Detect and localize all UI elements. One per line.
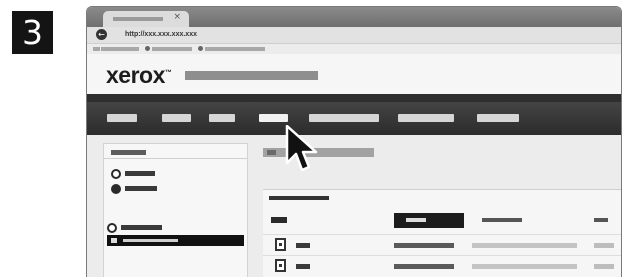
mouse-pointer-icon: [285, 125, 318, 172]
printer-icon: [275, 238, 286, 251]
bookmark-icon: [145, 46, 150, 51]
left-panel-heading: [111, 150, 146, 155]
bookmark-icon: [93, 47, 100, 51]
divider: [104, 158, 247, 159]
nav-tab-6[interactable]: [398, 114, 454, 122]
radio-option-2[interactable]: [111, 184, 121, 194]
trademark-symbol: ™: [164, 69, 172, 77]
browser-window: × ← http://xxx.xxx.xxx.xxx xerox™: [86, 6, 622, 277]
page-header: xerox™: [87, 54, 621, 94]
row-extra: [594, 243, 614, 248]
item-icon: [111, 238, 117, 243]
breadcrumb-segment: [267, 150, 276, 155]
row-name: [296, 264, 310, 269]
radio-option-1[interactable]: [111, 169, 121, 179]
close-icon[interactable]: ×: [173, 12, 181, 22]
row-status: [472, 243, 577, 248]
nav-tab-5[interactable]: [309, 114, 379, 122]
url-field[interactable]: http://xxx.xxx.xxx.xxx: [125, 29, 525, 40]
printer-icon: [275, 259, 286, 272]
item-label: [123, 239, 178, 242]
radio-option-3-label: [121, 225, 162, 230]
nav-tab-1[interactable]: [107, 114, 137, 122]
print-queue-table: [263, 189, 621, 277]
row-value: [394, 243, 454, 248]
column-header-2-label: [406, 218, 426, 222]
main-nav: [87, 102, 621, 136]
browser-tab[interactable]: ×: [103, 11, 189, 27]
bookmark-icon: [198, 46, 203, 51]
radio-option-1-label: [125, 171, 155, 176]
left-panel: [103, 143, 248, 277]
row-status: [472, 264, 577, 269]
table-row[interactable]: [263, 255, 621, 276]
browser-tab-title: [113, 17, 163, 21]
logo-text: xerox: [106, 62, 165, 88]
bookmark-item[interactable]: [205, 47, 265, 51]
radio-option-2-label: [125, 186, 157, 191]
column-header-2-selected[interactable]: [394, 213, 464, 228]
radio-option-3[interactable]: [107, 223, 117, 233]
address-bar: ← http://xxx.xxx.xxx.xxx: [87, 27, 621, 44]
column-header-1[interactable]: [271, 217, 287, 223]
bookmark-item[interactable]: [101, 47, 139, 51]
row-extra: [594, 264, 614, 269]
header-divider: [87, 94, 621, 102]
nav-tab-7[interactable]: [477, 114, 519, 122]
nav-tab-2[interactable]: [162, 114, 191, 122]
xerox-logo: xerox™: [106, 62, 172, 89]
back-arrow-icon[interactable]: ←: [96, 29, 107, 40]
nav-tab-3[interactable]: [209, 114, 235, 122]
browser-tab-strip: ×: [87, 7, 621, 27]
column-header-3[interactable]: [482, 218, 522, 222]
step-number-badge: 3: [12, 11, 53, 54]
nav-tab-4-active[interactable]: [259, 114, 288, 122]
bookmarks-bar: [87, 44, 621, 54]
row-name: [296, 243, 310, 248]
device-name: [185, 71, 318, 80]
content-area: [87, 135, 621, 277]
table-row[interactable]: [263, 234, 621, 255]
left-panel-selected-item[interactable]: [107, 235, 244, 246]
table-title: [269, 196, 329, 200]
bookmark-item[interactable]: [152, 47, 192, 51]
row-value: [394, 264, 454, 269]
column-header-4[interactable]: [594, 218, 608, 222]
